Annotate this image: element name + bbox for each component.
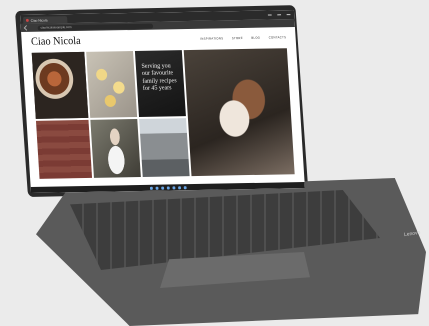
- laptop-photo: Lenovo Ciao Nicola ciaonicolaexample.com…: [0, 0, 429, 326]
- site-nav: INSPIRATIONS STORE BLOG CONTACTS: [200, 35, 286, 41]
- gallery-photo-dough[interactable]: [183, 48, 295, 177]
- close-icon[interactable]: [286, 14, 291, 16]
- task-view-icon[interactable]: [160, 186, 164, 190]
- hero-caption-tile: Serving you our favourite family recipes…: [134, 50, 186, 117]
- nav-inspirations[interactable]: INSPIRATIONS: [200, 36, 223, 40]
- photo-gallery: Serving you our favourite family recipes…: [31, 48, 295, 179]
- screen: Ciao Nicola ciaonicolaexample.com Ciao N…: [20, 10, 305, 194]
- maximize-icon[interactable]: [277, 14, 282, 16]
- gallery-photo-seafood[interactable]: [31, 51, 89, 119]
- nav-blog[interactable]: BLOG: [251, 36, 260, 40]
- gallery-photo-pasta[interactable]: [86, 50, 138, 118]
- browser-icon[interactable]: [166, 185, 170, 190]
- store-icon[interactable]: [177, 185, 181, 189]
- site-title[interactable]: Ciao Nicola: [31, 35, 81, 48]
- gallery-photo-chef[interactable]: [90, 118, 141, 178]
- nav-store[interactable]: STORE: [232, 36, 243, 40]
- file-explorer-icon[interactable]: [171, 185, 175, 189]
- window-controls: [267, 12, 291, 16]
- mail-icon[interactable]: [183, 185, 187, 189]
- search-icon[interactable]: [155, 186, 159, 190]
- gallery-photo-venice[interactable]: [139, 118, 190, 177]
- minimize-icon[interactable]: [267, 14, 272, 16]
- back-icon[interactable]: [23, 25, 30, 31]
- hero-caption: Serving you our favourite family recipes…: [141, 62, 177, 93]
- nav-contacts[interactable]: CONTACTS: [269, 35, 287, 39]
- start-icon[interactable]: [149, 186, 153, 190]
- browser-tab[interactable]: Ciao Nicola: [22, 16, 68, 24]
- browser-tab-title: Ciao Nicola: [30, 18, 48, 23]
- gallery-photo-wall[interactable]: [35, 119, 93, 179]
- favicon-icon: [25, 18, 29, 22]
